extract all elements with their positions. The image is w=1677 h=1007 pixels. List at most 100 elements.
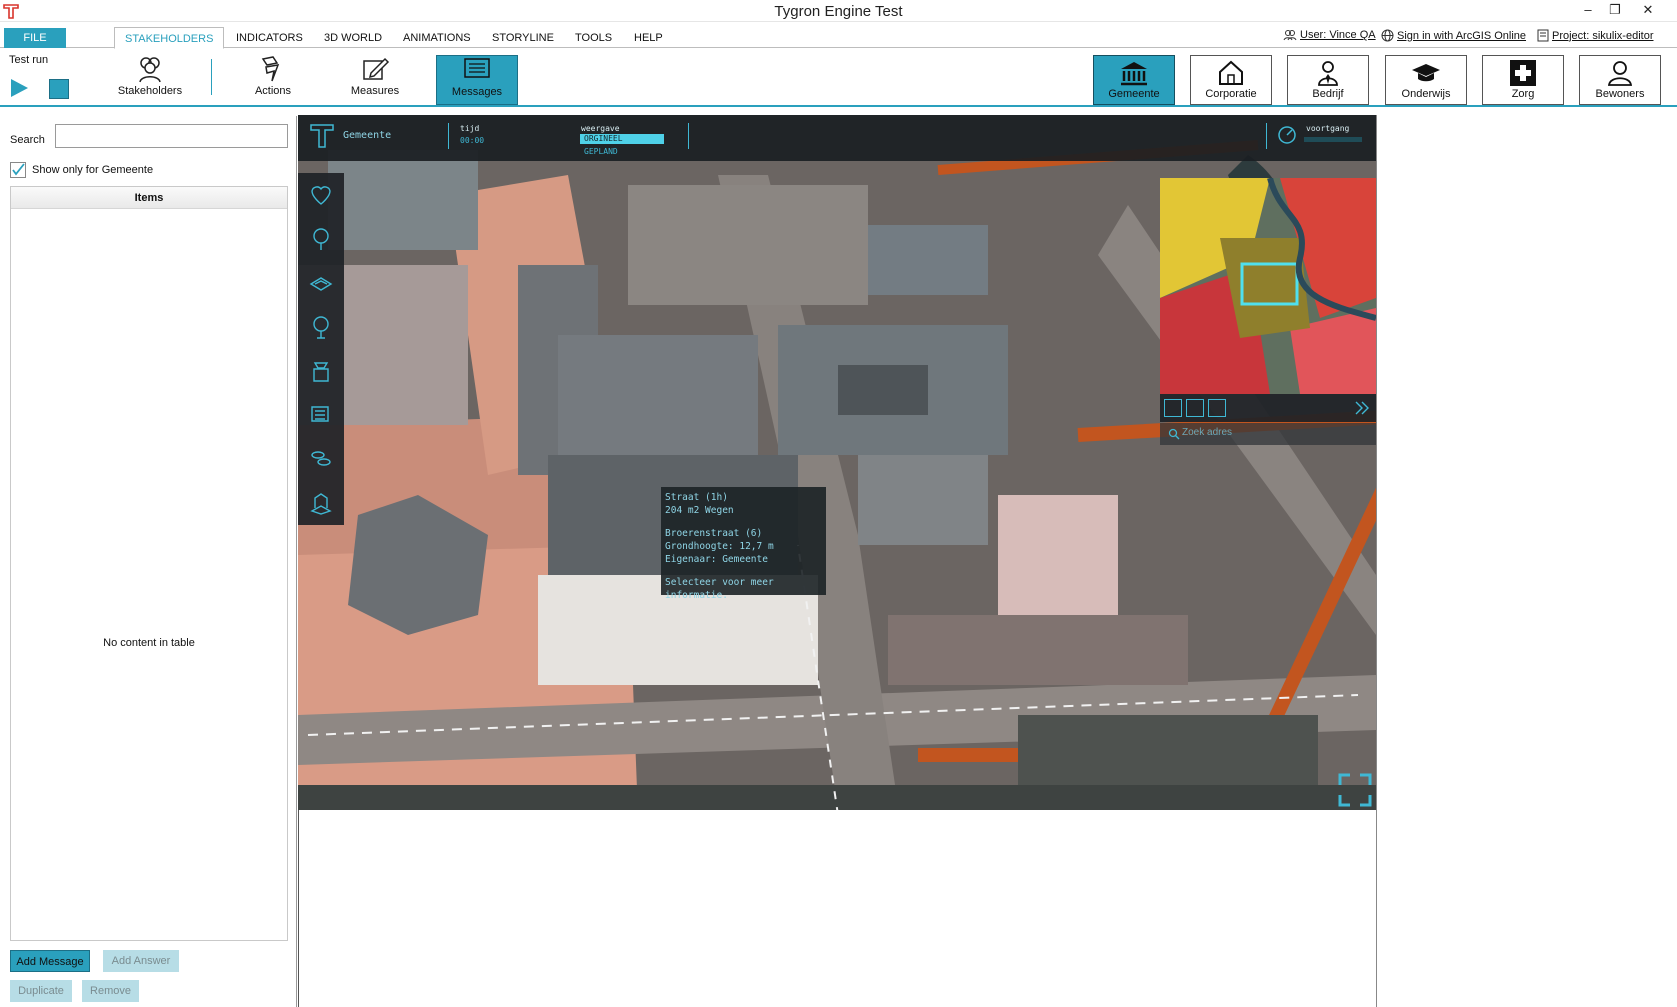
minimize-button[interactable]: – xyxy=(1575,1,1601,21)
hud-gepland-option[interactable]: GEPLAND xyxy=(584,147,618,156)
messages-tool-button[interactable]: Messages xyxy=(436,55,518,105)
play-icon[interactable] xyxy=(9,78,29,98)
hud-stakeholder[interactable]: Gemeente xyxy=(343,130,391,141)
messages-tool-label: Messages xyxy=(451,86,503,98)
plot-info-tooltip[interactable]: Straat (1h) 204 m2 Wegen Broerenstraat (… xyxy=(661,487,826,601)
minimap-image xyxy=(1160,178,1376,394)
minimap-toolbar xyxy=(1160,394,1376,422)
viewer-bottom-area xyxy=(298,810,1376,1007)
tab-indicators[interactable]: INDICATORS xyxy=(236,30,303,46)
hud-top-bar: Gemeente tijd 00:00 weergave ORGINEEL GE… xyxy=(298,115,1376,161)
tab-animations[interactable]: ANIMATIONS xyxy=(403,30,471,46)
search-input[interactable] xyxy=(55,124,288,148)
stakeholder-bewoners-button[interactable]: Bewoners xyxy=(1579,55,1661,105)
measures-tool-label: Measures xyxy=(350,85,400,97)
layers-tool[interactable] xyxy=(298,393,344,437)
resident-icon xyxy=(1607,61,1633,86)
tooltip-line-2: 204 m2 Wegen xyxy=(665,505,734,516)
items-table: Items No content in table xyxy=(10,186,288,941)
stakeholder-corporatie-label: Corporatie xyxy=(1205,88,1257,100)
hud-tijd-value: 00:00 xyxy=(460,136,485,145)
stakeholder-bewoners-label: Bewoners xyxy=(1595,88,1645,100)
actions-tool-label: Actions xyxy=(254,85,292,97)
tree-icon xyxy=(313,228,329,250)
stakeholder-gemeente-label: Gemeente xyxy=(1108,88,1160,100)
heart-icon xyxy=(311,186,331,205)
medical-cross-icon xyxy=(1510,60,1536,86)
coins-tool[interactable] xyxy=(298,437,344,481)
remove-button[interactable]: Remove xyxy=(82,980,139,1002)
stakeholder-bedrijf-label: Bedrijf xyxy=(1312,88,1344,100)
fullscreen-icon[interactable] xyxy=(1338,773,1372,807)
checkbox[interactable] xyxy=(10,162,26,178)
plant-icon xyxy=(313,316,329,339)
user-link[interactable]: User: Vince QA xyxy=(1283,29,1376,41)
stakeholder-onderwijs-button[interactable]: Onderwijs xyxy=(1385,55,1467,105)
duplicate-button[interactable]: Duplicate xyxy=(10,980,72,1002)
empty-table-message: No content in table xyxy=(103,637,195,649)
money-tool[interactable] xyxy=(298,349,344,393)
tab-3d-world[interactable]: 3D WORLD xyxy=(324,30,382,46)
3d-viewport[interactable]: Gemeente tijd 00:00 weergave ORGINEEL GE… xyxy=(298,115,1376,810)
stakeholders-icon xyxy=(139,57,161,83)
actions-tool-button[interactable]: Actions xyxy=(232,55,314,105)
measures-tool-button[interactable]: Measures xyxy=(334,55,416,105)
tab-tools[interactable]: TOOLS xyxy=(575,30,612,46)
plant-tool[interactable] xyxy=(298,305,344,349)
stakeholder-corporatie-button[interactable]: Corporatie xyxy=(1190,55,1272,105)
minimap[interactable] xyxy=(1160,178,1376,394)
tab-help[interactable]: HELP xyxy=(634,30,663,46)
building-icon xyxy=(310,493,332,515)
stakeholders-tool-label: Stakeholders xyxy=(117,85,183,97)
right-empty-area xyxy=(1376,115,1677,1007)
title-bar: Tygron Engine Test – ❐ ✕ xyxy=(0,0,1677,22)
window-title: Tygron Engine Test xyxy=(774,3,903,20)
hud-orgineel-option[interactable]: ORGINEEL xyxy=(580,134,664,144)
hud-weergave-label: weergave xyxy=(581,124,620,133)
tooltip-line-1: Straat (1h) xyxy=(665,492,728,503)
heart-tool[interactable] xyxy=(298,173,344,217)
add-answer-button[interactable]: Add Answer xyxy=(103,950,179,972)
businessman-icon xyxy=(1318,61,1338,86)
viewer-tool-sidebar xyxy=(298,173,344,525)
close-button[interactable]: ✕ xyxy=(1635,1,1661,21)
stakeholder-zorg-button[interactable]: Zorg xyxy=(1482,55,1564,105)
add-message-button[interactable]: Add Message xyxy=(10,950,90,972)
tab-stakeholders[interactable]: STAKEHOLDERS xyxy=(114,27,225,49)
tooltip-line-5: Eigenaar: Gemeente xyxy=(665,554,768,565)
hud-voortgang-label[interactable]: voortgang xyxy=(1306,124,1349,133)
home-view-icon[interactable] xyxy=(1164,399,1182,417)
restore-button[interactable]: ❐ xyxy=(1602,1,1628,21)
stakeholder-bedrijf-button[interactable]: Bedrijf xyxy=(1287,55,1369,105)
chevron-right-icon[interactable] xyxy=(1354,401,1370,415)
search-icon xyxy=(1168,428,1180,440)
money-bag-icon xyxy=(313,362,329,382)
stakeholder-gemeente-button[interactable]: Gemeente xyxy=(1093,55,1175,105)
tooltip-line-3: Broerenstraat (6) xyxy=(665,528,763,539)
building-tool[interactable] xyxy=(298,481,344,525)
items-column-header[interactable]: Items xyxy=(11,187,287,209)
user-label: User: Vince QA xyxy=(1300,29,1376,41)
town-hall-icon xyxy=(1121,62,1147,86)
terrain-tool[interactable] xyxy=(298,261,344,305)
show-only-label: Show only for Gemeente xyxy=(32,164,154,176)
project-label: Project: sikulix-editor xyxy=(1552,29,1654,42)
project-link[interactable]: Project: sikulix-editor xyxy=(1537,29,1653,42)
progress-icon xyxy=(1278,126,1296,144)
tree-tool[interactable] xyxy=(298,217,344,261)
file-menu[interactable]: FILE xyxy=(4,28,66,48)
ribbon: Test run Stakeholders Actions Measures M… xyxy=(0,49,1677,107)
sign-icon[interactable] xyxy=(1208,399,1226,417)
show-only-checkbox[interactable]: Show only for Gemeente xyxy=(10,162,153,178)
measures-icon xyxy=(363,57,390,80)
address-search-input[interactable]: Zoek adres xyxy=(1160,423,1376,445)
stakeholders-tool-button[interactable]: Stakeholders xyxy=(109,55,191,105)
map-layers-icon[interactable] xyxy=(1186,399,1204,417)
tooltip-line-6: Selecteer voor meer informatie. xyxy=(665,577,774,601)
graduation-cap-icon xyxy=(1412,64,1440,82)
hud-divider-2 xyxy=(688,123,689,149)
actions-icon xyxy=(261,56,280,82)
stop-icon[interactable] xyxy=(49,79,69,99)
arcgis-link[interactable]: Sign in with ArcGIS Online xyxy=(1381,29,1526,42)
tab-storyline[interactable]: STORYLINE xyxy=(492,30,554,46)
